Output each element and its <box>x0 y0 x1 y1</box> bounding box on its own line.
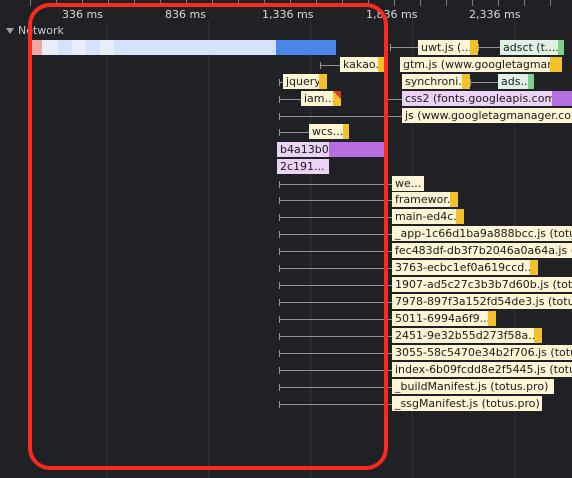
request-label: synchroni... <box>405 75 469 88</box>
request-label: 2451-9e32b55d273f58a... <box>395 329 539 342</box>
request-bar[interactable]: 7978-897f3a152fd54de3.js (totus... <box>392 294 572 309</box>
request-label: fec483df-db3f7b2046a0a64a.js (tot... <box>395 244 572 257</box>
request-wait-line <box>390 44 418 51</box>
request-bar[interactable]: 2451-9e32b55d273f58a... <box>392 328 542 343</box>
request-label: adsct (t.... <box>503 41 559 54</box>
request-label: 5011-6994a6f9... <box>395 312 491 325</box>
request-bar[interactable]: ads... <box>498 74 534 89</box>
request-bar[interactable]: _app-1c66d1ba9a888bcc.js (totus... <box>392 226 572 241</box>
request-bar[interactable]: 5011-6994a6f9... <box>392 311 496 326</box>
request-wait-line <box>470 79 498 86</box>
request-wait-line <box>478 44 500 51</box>
request-bar[interactable]: 3763-ecbc1ef0a619ccd... <box>392 260 538 275</box>
request-bar[interactable]: fec483df-db3f7b2046a0a64a.js (tot... <box>392 243 572 258</box>
request-label: css2 (fonts.googleapis.com) <box>405 92 560 105</box>
request-bar[interactable]: index-6b09fcdd8e2f5445.js (totus.p... <box>392 362 572 377</box>
request-bar[interactable]: gtm.js (www.googletagman... <box>400 57 562 72</box>
request-bar[interactable]: 1907-ad5c27c3b3b7d60b.js (totus... <box>392 277 572 292</box>
request-bar[interactable]: css2 (fonts.googleapis.com) <box>402 91 572 106</box>
network-timeline: 336 ms 836 ms 1,336 ms 1,836 ms 2,336 ms… <box>0 0 572 478</box>
ruler-tick-label: 2,336 ms <box>469 8 521 21</box>
request-label: uwt.js (... <box>421 41 472 54</box>
request-bar[interactable]: _buildManifest.js (totus.pro) <box>392 379 554 394</box>
request-label: _buildManifest.js (totus.pro) <box>395 380 549 393</box>
request-bar[interactable]: main-ed4c... <box>392 209 464 224</box>
request-bar[interactable]: uwt.js (... <box>418 40 478 55</box>
request-label: 7978-897f3a152fd54de3.js (totus... <box>395 295 572 308</box>
request-label: 1907-ad5c27c3b3b7d60b.js (totus... <box>395 278 572 291</box>
request-label: _ssgManifest.js (totus.pro) <box>395 397 540 410</box>
request-label: main-ed4c... <box>395 210 464 223</box>
request-label: ads... <box>501 75 531 88</box>
request-bar[interactable]: js (www.googletagmanager.co... <box>402 108 572 123</box>
request-label: index-6b09fcdd8e2f5445.js (totus.p... <box>395 363 572 376</box>
expand-triangle-icon[interactable] <box>6 27 14 34</box>
request-label: 3055-58c5470e34b2f706.js (totus.p... <box>395 346 572 359</box>
request-bar[interactable]: synchroni... <box>402 74 470 89</box>
request-label: 3763-ecbc1ef0a619ccd... <box>395 261 535 274</box>
request-bar[interactable]: 3055-58c5470e34b2f706.js (totus.p... <box>392 345 572 360</box>
request-label: js (www.googletagmanager.co... <box>405 109 572 122</box>
request-label: gtm.js (www.googletagman... <box>403 58 562 71</box>
request-bar[interactable]: adsct (t.... <box>500 40 564 55</box>
request-label: _app-1c66d1ba9a888bcc.js (totus... <box>395 227 572 240</box>
request-label: we... <box>395 177 422 190</box>
request-bar[interactable]: _ssgManifest.js (totus.pro) <box>392 396 542 411</box>
annotation-outline <box>28 3 388 470</box>
request-bar[interactable]: we... <box>392 176 424 191</box>
request-bar[interactable]: framewor... <box>392 192 458 207</box>
request-label: framewor... <box>395 193 458 206</box>
